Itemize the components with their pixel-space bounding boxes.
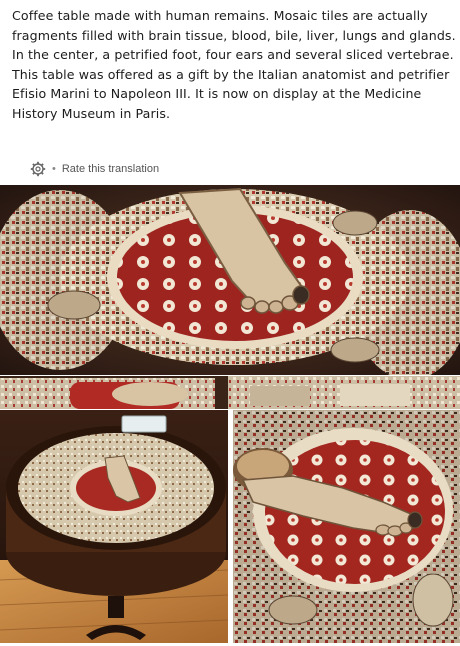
- gear-icon[interactable]: [30, 161, 46, 177]
- rate-translation-link[interactable]: Rate this translation: [62, 163, 159, 175]
- separator-dot: •: [52, 163, 56, 175]
- photo-mosaic-strip[interactable]: [0, 376, 460, 409]
- photo-mosaic-foot-closeup[interactable]: [0, 185, 460, 375]
- translation-bar: • Rate this translation: [30, 160, 159, 178]
- image-divider-vertical: [228, 410, 233, 643]
- photo-foot-closeup-angle[interactable]: [233, 410, 460, 643]
- photo-table-full-view[interactable]: [0, 410, 228, 643]
- post-caption: Coffee table made with human remains. Mo…: [12, 8, 456, 121]
